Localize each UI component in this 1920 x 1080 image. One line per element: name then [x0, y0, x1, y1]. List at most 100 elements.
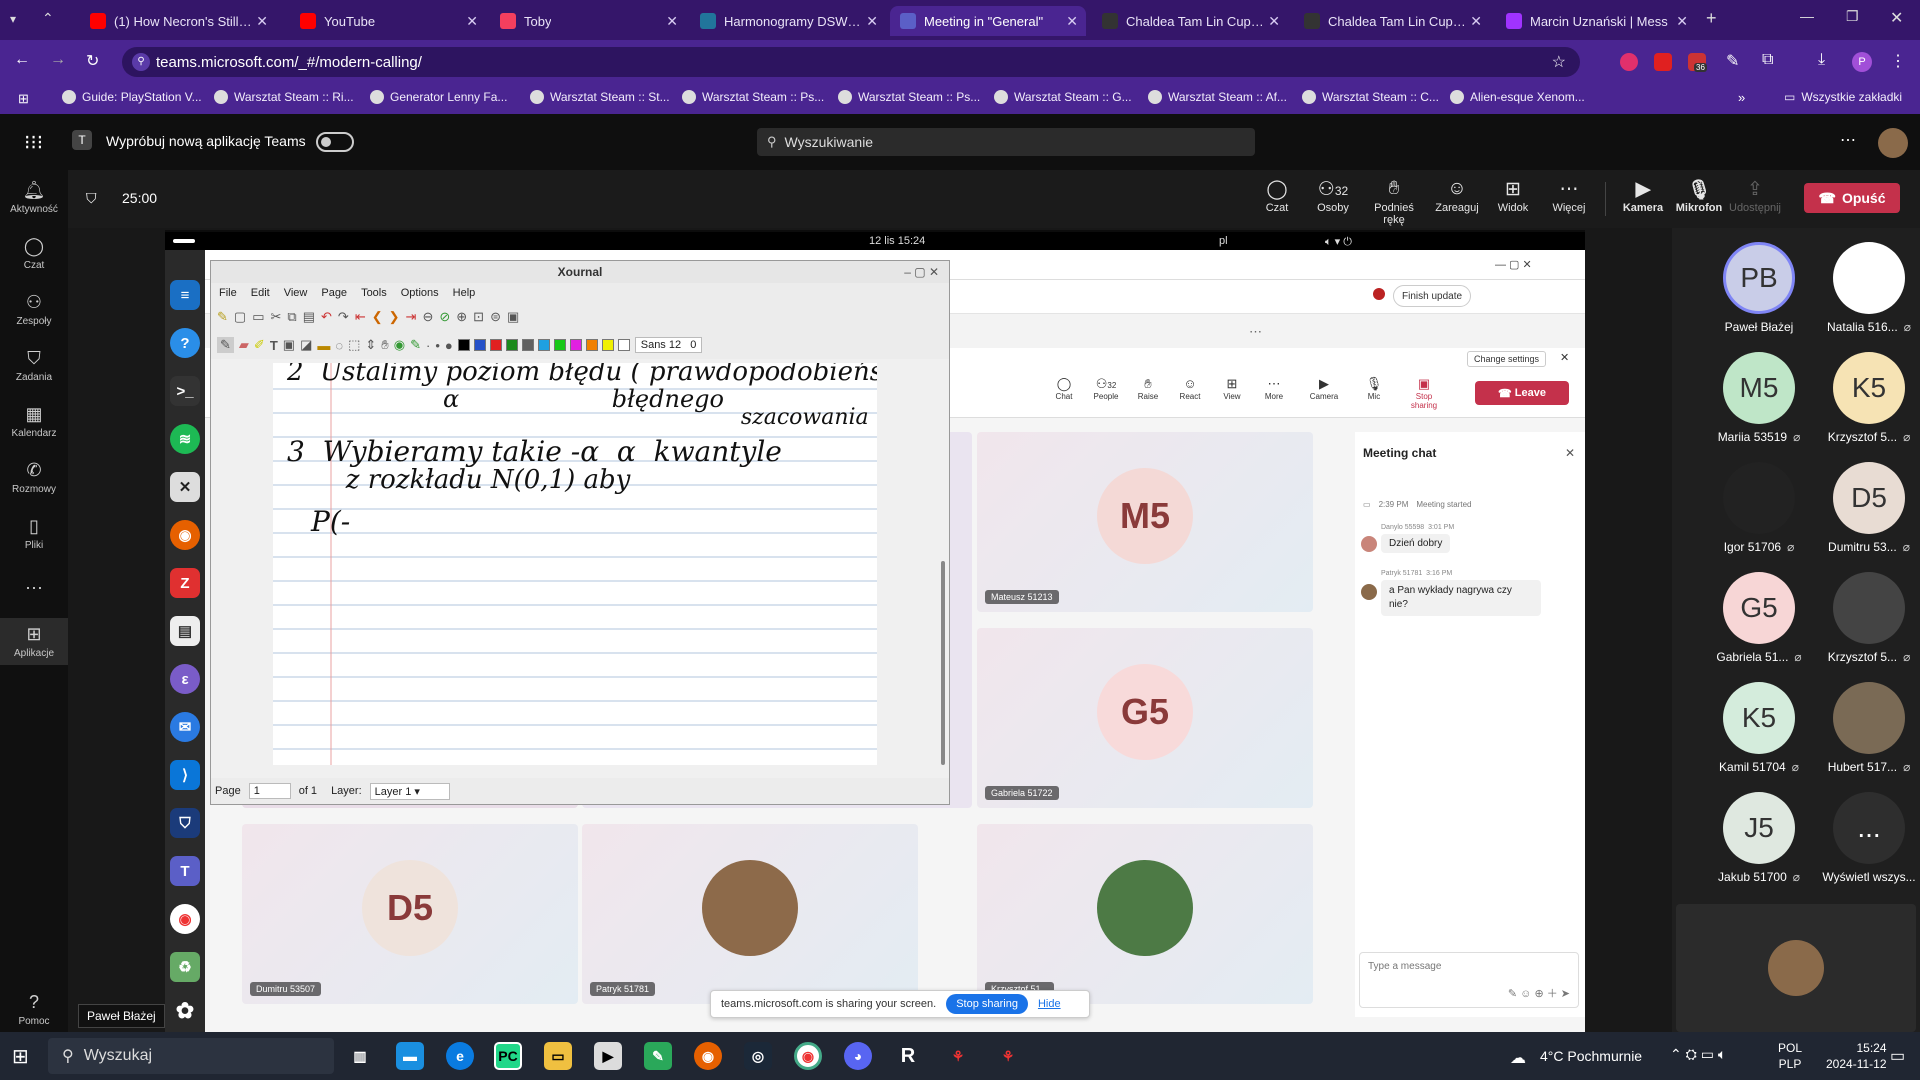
paste-icon[interactable]: ▤	[303, 309, 315, 325]
font-button[interactable]: Sans 12 0	[634, 337, 703, 353]
extension-badge-icon[interactable]: 36	[1688, 53, 1707, 72]
participant-card[interactable]: Natalia 516... ⌀	[1814, 242, 1920, 334]
firefox-icon[interactable]: ◉	[694, 1042, 722, 1070]
menu-options[interactable]: Options	[401, 287, 439, 299]
color-swatch[interactable]	[473, 339, 486, 351]
rail-item-teams[interactable]: ⚇ Zespoły	[0, 292, 68, 327]
more-bookmarks-icon[interactable]: »	[1738, 90, 1745, 105]
participant-card[interactable]: K5 Kamil 51704 ⌀	[1704, 682, 1814, 774]
bookmark-item[interactable]: Warsztat Steam :: St...	[530, 90, 670, 104]
close-tab-icon[interactable]: ✕	[1268, 13, 1280, 30]
close-window-button[interactable]: ✕	[1890, 8, 1903, 28]
task-view-icon[interactable]: ▥	[346, 1042, 374, 1070]
site-info-icon[interactable]: ⚲	[132, 53, 150, 71]
tab-search-icon[interactable]: ▾	[10, 12, 16, 26]
pin-icon[interactable]: ⌃	[42, 10, 54, 27]
close-tab-icon[interactable]: ✕	[256, 13, 268, 30]
browser-tab[interactable]: (1) How Necron's Stilling ✕	[80, 6, 276, 36]
rail-item-calendar[interactable]: ▦ Kalendarz	[0, 404, 68, 439]
close-tab-icon[interactable]: ✕	[466, 13, 478, 30]
bookmark-item[interactable]: Warsztat Steam :: Af...	[1148, 90, 1287, 104]
zoom-fit-icon[interactable]: ⊘	[439, 309, 450, 325]
zoom-width-icon[interactable]: ⊜	[490, 309, 501, 325]
participant-card[interactable]: Hubert 517... ⌀	[1814, 682, 1920, 774]
rail-item-files[interactable]: ▯ Pliki	[0, 516, 68, 551]
scrollbar[interactable]	[941, 561, 945, 765]
profile-avatar[interactable]: P	[1852, 52, 1872, 72]
settings-more-icon[interactable]: ⋯	[1840, 130, 1856, 150]
bookmark-item[interactable]: Warsztat Steam :: Ps...	[838, 90, 980, 104]
browser-tab[interactable]: Harmonogramy DSW - F ✕	[690, 6, 886, 36]
rail-item-chat[interactable]: ◯ Czat	[0, 236, 68, 271]
apps-grid-icon[interactable]: ⊞	[18, 91, 29, 107]
fullscreen-icon[interactable]: ▣	[507, 309, 519, 325]
participant-card[interactable]: J5 Jakub 51700 ⌀	[1704, 792, 1814, 884]
layer-select[interactable]: Layer 1 ▾	[369, 782, 450, 800]
ruler-icon[interactable]: ▬	[317, 338, 330, 353]
xournal-page[interactable]: 2 Ustalimy poziom błędu ( prawdopodobień…	[273, 363, 877, 765]
camera-button[interactable]: ▶︎ Kamera	[1616, 178, 1670, 214]
highlighter-icon[interactable]: ✐	[254, 337, 265, 353]
first-page-icon[interactable]: ⇤	[355, 309, 366, 325]
bookmark-item[interactable]: Warsztat Steam :: Ri...	[214, 90, 354, 104]
color-swatch[interactable]	[585, 339, 598, 351]
menu-view[interactable]: View	[284, 287, 308, 299]
tray-icons[interactable]: ⌃ ⛭ ▭ 🔈︎	[1670, 1046, 1726, 1063]
participant-card[interactable]: Krzysztof 5... ⌀	[1814, 572, 1920, 664]
text-tool-icon[interactable]: T	[270, 338, 278, 353]
rail-item-apps[interactable]: ⊞ Aplikacje	[0, 618, 68, 665]
user-avatar[interactable]	[1878, 128, 1908, 158]
mic-button[interactable]: 🎙︎ Mikrofon	[1672, 178, 1726, 214]
bookmark-item[interactable]: Guide: PlayStation V...	[62, 90, 202, 104]
rail-item-activity[interactable]: 🔔︎ Aktywność	[0, 180, 68, 215]
rail-item-help[interactable]: ? Pomoc	[0, 992, 68, 1027]
thick-pen-icon[interactable]: ●	[445, 338, 453, 353]
back-icon[interactable]: ←	[14, 51, 30, 69]
restore-button[interactable]: ❐	[1846, 8, 1859, 25]
rect-select-icon[interactable]: ⬚	[348, 337, 360, 353]
color-swatch[interactable]	[569, 339, 582, 351]
color-swatch[interactable]	[489, 339, 502, 351]
color-swatch[interactable]	[537, 339, 550, 351]
medium-pen-icon[interactable]: •	[435, 338, 440, 353]
bookmark-item[interactable]: Warsztat Steam :: G...	[994, 90, 1132, 104]
raise-hand-button[interactable]: ✋︎ Podnieś rękę	[1362, 178, 1426, 226]
system-clock[interactable]: 15:24 2024-11-12	[1826, 1040, 1887, 1072]
new-teams-toggle[interactable]	[316, 132, 354, 152]
pycharm-icon[interactable]: PC	[494, 1042, 522, 1070]
notifications-icon[interactable]: ▭	[1890, 1046, 1905, 1066]
hand-tool-icon[interactable]: ✋︎	[381, 337, 388, 353]
files-icon[interactable]: ▬	[396, 1042, 424, 1070]
copy-icon[interactable]: ⧉	[287, 309, 296, 325]
zoom-page-icon[interactable]: ⊡	[473, 309, 484, 325]
taskbar-search[interactable]: ⚲ Wyszukaj	[48, 1038, 334, 1074]
url-bar[interactable]: ⚲ teams.microsoft.com/_#/modern-calling/…	[122, 47, 1580, 77]
close-tab-icon[interactable]: ✕	[1470, 13, 1482, 30]
bookmark-item[interactable]: Warsztat Steam :: Ps...	[682, 90, 824, 104]
chat-button[interactable]: ◯ Czat	[1250, 178, 1304, 214]
participant-card[interactable]: G5 Gabriela 51... ⌀	[1704, 572, 1814, 664]
close-tab-icon[interactable]: ✕	[1066, 13, 1078, 30]
view-button[interactable]: ⊞ Widok	[1486, 178, 1540, 214]
bookmark-item[interactable]: Warsztat Steam :: C...	[1302, 90, 1439, 104]
color-swatch[interactable]	[505, 339, 518, 351]
browser-tab[interactable]: Chaldea Tam Lin Cup - W ✕	[1092, 6, 1288, 36]
browser-tab[interactable]: YouTube ✕	[290, 6, 486, 36]
browser-tab[interactable]: Chaldea Tam Lin Cup - E ✕	[1294, 6, 1490, 36]
color-swatch[interactable]	[457, 339, 470, 351]
menu-edit[interactable]: Edit	[251, 287, 270, 299]
zoom-in-icon[interactable]: ⊕	[456, 309, 467, 325]
last-page-icon[interactable]: ⇥	[406, 309, 417, 325]
undo-icon[interactable]: ↶	[321, 309, 332, 325]
thin-pen-icon[interactable]: ·	[426, 338, 430, 353]
media-player-icon[interactable]: ▶	[594, 1042, 622, 1070]
rail-item-calls[interactable]: ✆ Rozmowy	[0, 460, 68, 495]
cut-icon[interactable]: ✂	[271, 309, 282, 325]
page-number-input[interactable]: 1	[248, 783, 291, 799]
stop-sharing-button[interactable]: Stop sharing	[946, 994, 1028, 1014]
color-swatch[interactable]	[617, 339, 630, 351]
color-swatch[interactable]	[521, 339, 534, 351]
extension-icon[interactable]	[1654, 53, 1672, 71]
image-tool-icon[interactable]: ▣	[283, 337, 295, 353]
bookmark-item[interactable]: Generator Lenny Fa...	[370, 90, 507, 104]
